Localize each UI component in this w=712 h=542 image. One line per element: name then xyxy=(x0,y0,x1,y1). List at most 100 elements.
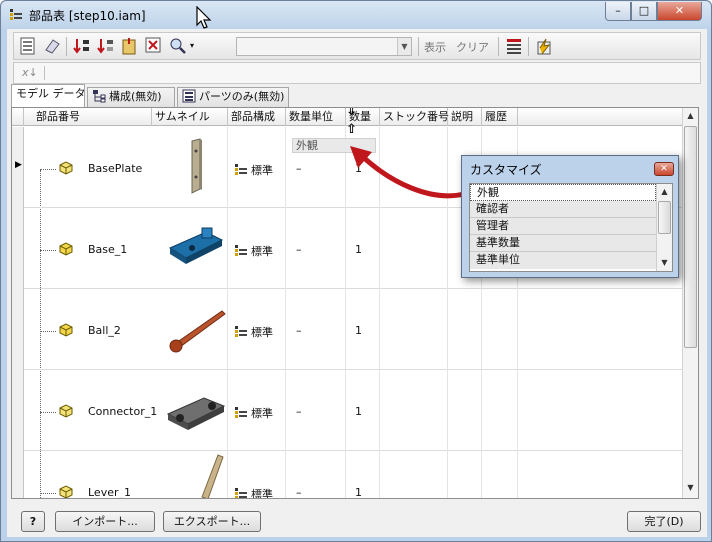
unit-value[interactable]: – xyxy=(296,405,302,418)
customize-list[interactable]: 外観 確認者 管理者 基準数量 基準単位 ▲ ▼ xyxy=(469,183,673,272)
bom-text: 標準 xyxy=(251,407,273,420)
part-icon xyxy=(59,404,73,418)
table-row[interactable]: Connector_1 標準 – 1 xyxy=(12,370,682,451)
merge-icon[interactable] xyxy=(144,36,164,56)
qty-value[interactable]: 1 xyxy=(355,324,362,337)
customize-item[interactable]: 確認者 xyxy=(470,201,656,218)
description-cell xyxy=(448,370,482,451)
tab-label: モデル データ xyxy=(16,87,86,100)
customize-item[interactable]: 基準数量 xyxy=(470,235,656,252)
table-row[interactable]: Ball_2 標準 – 1 xyxy=(12,289,682,370)
tree-line xyxy=(40,250,56,251)
customize-scrollbar[interactable]: ▲ ▼ xyxy=(656,184,672,271)
bom-structure-value[interactable]: 標準 xyxy=(234,405,273,421)
clear-button[interactable]: クリア xyxy=(456,39,489,55)
find-dropdown-icon[interactable]: ▾ xyxy=(190,41,200,61)
customize-dialog[interactable]: カスタマイズ ✕ 外観 確認者 管理者 基準数量 基準単位 ▲ ▼ xyxy=(461,155,679,278)
unit-value[interactable]: – xyxy=(296,324,302,337)
renumber-icon[interactable] xyxy=(120,36,140,56)
part-number[interactable]: Ball_2 xyxy=(88,324,121,337)
unit-value[interactable]: – xyxy=(296,243,302,256)
qty-value[interactable]: 1 xyxy=(355,243,362,256)
unit-value[interactable]: – xyxy=(296,162,302,175)
qty-value[interactable]: 1 xyxy=(355,405,362,418)
unit-value[interactable]: – xyxy=(296,486,302,498)
bom-structure-value[interactable]: 標準 xyxy=(234,162,273,178)
vertical-scrollbar[interactable]: ▲ ▼ xyxy=(682,108,698,498)
show-button[interactable]: 表示 xyxy=(424,39,446,55)
annotation-arrow xyxy=(350,146,465,199)
history-cell xyxy=(482,289,518,370)
column-header-description[interactable]: 説明 xyxy=(448,108,482,126)
unit-cell xyxy=(286,289,346,370)
scroll-down-icon[interactable]: ▼ xyxy=(683,480,698,496)
row-header[interactable] xyxy=(12,451,24,498)
bom-structure-value[interactable]: 標準 xyxy=(234,486,273,498)
help-button[interactable]: ? xyxy=(21,511,45,532)
tree-line xyxy=(40,169,56,170)
part-number[interactable]: BasePlate xyxy=(88,162,142,175)
tab-parts-only[interactable]: パーツのみ(無効) xyxy=(177,87,289,107)
column-header-history[interactable]: 履歴 xyxy=(482,108,518,126)
view-combo[interactable]: ▼ xyxy=(236,37,412,56)
bom-structure-value[interactable]: 標準 xyxy=(234,324,273,340)
qty-value[interactable]: 1 xyxy=(355,486,362,498)
column-header-thumbnail[interactable]: サムネイル xyxy=(152,108,228,126)
title-bar[interactable]: 部品表 [step10.iam] – □ ✕ xyxy=(1,1,711,29)
find-icon[interactable] xyxy=(168,36,188,56)
formula-icon[interactable]: x↓ xyxy=(22,66,38,79)
chevron-down-icon[interactable]: ▼ xyxy=(397,38,411,55)
scroll-up-icon[interactable]: ▲ xyxy=(683,108,698,124)
part-icon xyxy=(59,485,73,498)
maximize-button[interactable]: □ xyxy=(631,2,657,21)
part-number[interactable]: Lever_1 xyxy=(88,486,131,498)
done-button[interactable]: 完了(D) xyxy=(627,511,701,532)
row-header[interactable] xyxy=(12,208,24,289)
qty-cell xyxy=(346,208,380,289)
row-header[interactable] xyxy=(12,370,24,451)
tree-line xyxy=(40,412,56,413)
eraser-icon[interactable] xyxy=(42,36,62,56)
minimize-button[interactable]: – xyxy=(605,2,631,21)
bom-normal-icon xyxy=(235,326,247,337)
customize-item[interactable]: 基準単位 xyxy=(470,252,656,269)
scroll-thumb[interactable] xyxy=(684,126,697,348)
bom-structure-value[interactable]: 標準 xyxy=(234,243,273,259)
tab-structure[interactable]: 構成(無効) xyxy=(87,87,175,107)
sort-descending-icon[interactable] xyxy=(96,36,116,56)
update-icon[interactable] xyxy=(534,36,554,56)
part-number[interactable]: Base_1 xyxy=(88,243,127,256)
column-header-part-number[interactable]: 部品番号 xyxy=(24,108,152,126)
export-button[interactable]: エクスポート... xyxy=(163,511,261,532)
current-row-icon: ▶ xyxy=(15,160,22,170)
tab-label: パーツのみ(無効) xyxy=(199,90,285,103)
column-header-unit-qty[interactable]: 数量単位 xyxy=(286,108,346,126)
description-cell xyxy=(448,451,482,498)
import-button[interactable]: インポート... xyxy=(55,511,155,532)
bom-normal-icon xyxy=(235,245,247,256)
column-header-stock-number[interactable]: ストック番号 xyxy=(380,108,449,126)
column-header-bom-structure[interactable]: 部品構成 xyxy=(228,108,286,126)
scroll-down-icon[interactable]: ▼ xyxy=(657,255,672,271)
part-number[interactable]: Connector_1 xyxy=(88,405,157,418)
customize-close-button[interactable]: ✕ xyxy=(654,162,674,176)
unit-cell xyxy=(286,451,346,498)
scroll-thumb[interactable] xyxy=(658,201,671,234)
baseplate-thumbnail xyxy=(191,138,202,194)
table-row[interactable]: Lever_1 標準 – 1 xyxy=(12,451,682,498)
scroll-up-icon[interactable]: ▲ xyxy=(657,184,672,200)
sort-ascending-icon[interactable] xyxy=(72,36,92,56)
client-area: ▾ ▼ 表示 クリア x↓ モデル データ 構成(無効) パーツのみ(無効) 部… xyxy=(7,29,707,537)
customize-item[interactable]: 管理者 xyxy=(470,218,656,235)
column-chooser-icon[interactable] xyxy=(504,36,524,56)
qty-cell xyxy=(346,289,380,370)
tree-line xyxy=(40,331,56,332)
qty-cell xyxy=(346,451,380,498)
customize-item[interactable]: 外観 xyxy=(470,184,656,201)
toolbar-separator xyxy=(418,37,419,56)
bom-view-icon[interactable] xyxy=(18,36,38,56)
row-header[interactable] xyxy=(12,289,24,370)
unit-cell xyxy=(286,370,346,451)
tab-model-data[interactable]: モデル データ xyxy=(11,84,86,108)
close-button[interactable]: ✕ xyxy=(657,2,702,21)
